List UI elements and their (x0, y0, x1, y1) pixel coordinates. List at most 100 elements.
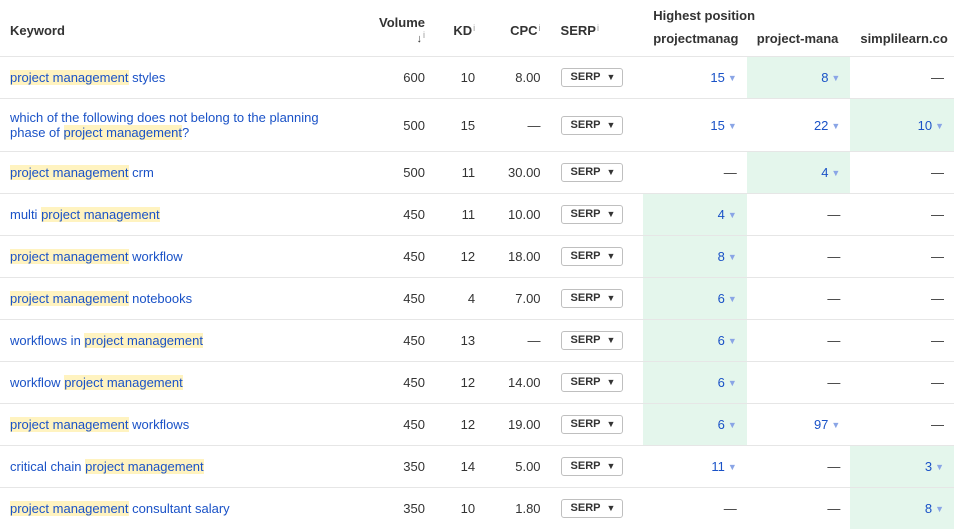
keyword-link[interactable]: project management crm (10, 165, 154, 180)
no-position-dash: — (931, 333, 944, 348)
serp-button[interactable]: SERP▼ (561, 68, 624, 87)
serp-button[interactable]: SERP▼ (561, 163, 624, 182)
keyword-link[interactable]: multi project management (10, 207, 160, 222)
position-value[interactable]: 11 (711, 459, 725, 474)
keyword-cell: project management crm (0, 152, 365, 194)
position-cell[interactable]: 6▼ (643, 320, 747, 362)
position-cell[interactable]: 22▼ (747, 99, 851, 152)
position-value[interactable]: 6 (718, 417, 725, 432)
position-value[interactable]: 15 (710, 118, 724, 133)
serp-button-label: SERP (571, 503, 601, 514)
serp-button[interactable]: SERP▼ (561, 373, 624, 392)
table-row: project management consultant salary3501… (0, 488, 954, 529)
position-cell[interactable]: 4▼ (747, 152, 851, 194)
position-cell[interactable]: 4▼ (643, 194, 747, 236)
serp-button[interactable]: SERP▼ (561, 116, 624, 135)
keyword-link[interactable]: which of the following does not belong t… (10, 110, 319, 140)
position-cell[interactable]: 8▼ (747, 57, 851, 99)
serp-button[interactable]: SERP▼ (561, 289, 624, 308)
info-icon[interactable]: i (473, 23, 475, 33)
serp-cell: SERP▼ (551, 57, 644, 99)
position-value[interactable]: 8 (925, 501, 932, 516)
position-value[interactable]: 6 (718, 375, 725, 390)
serp-cell: SERP▼ (551, 99, 644, 152)
col-header-cpc[interactable]: CPCi (485, 0, 550, 57)
serp-cell: SERP▼ (551, 278, 644, 320)
col-header-keyword[interactable]: Keyword (0, 0, 365, 57)
position-value[interactable]: 8 (821, 70, 828, 85)
serp-button[interactable]: SERP▼ (561, 205, 624, 224)
keyword-link[interactable]: critical chain project management (10, 459, 204, 474)
serp-button[interactable]: SERP▼ (561, 247, 624, 266)
serp-button[interactable]: SERP▼ (561, 331, 624, 350)
serp-button[interactable]: SERP▼ (561, 499, 624, 518)
kd-cell: 4 (435, 278, 485, 320)
serp-button[interactable]: SERP▼ (561, 457, 624, 476)
no-position-dash: — (931, 165, 944, 180)
keyword-cell: project management workflow (0, 236, 365, 278)
keyword-cell: project management workflows (0, 404, 365, 446)
col-header-kd[interactable]: KDi (435, 0, 485, 57)
position-value[interactable]: 6 (718, 291, 725, 306)
serp-button[interactable]: SERP▼ (561, 415, 624, 434)
position-cell: — (850, 404, 954, 446)
kd-cell: 12 (435, 404, 485, 446)
col-header-volume[interactable]: Volume↓i (365, 0, 435, 57)
position-cell[interactable]: 10▼ (850, 99, 954, 152)
keyword-cell: project management consultant salary (0, 488, 365, 529)
position-cell: — (850, 362, 954, 404)
volume-cell: 450 (365, 362, 435, 404)
position-cell[interactable]: 6▼ (643, 404, 747, 446)
position-value[interactable]: 4 (718, 207, 725, 222)
position-cell[interactable]: 3▼ (850, 446, 954, 488)
info-icon[interactable]: i (539, 23, 541, 33)
keyword-link[interactable]: workflows in project management (10, 333, 203, 348)
position-value[interactable]: 6 (718, 333, 725, 348)
col-header-serp-label: SERP (561, 23, 596, 38)
position-cell: — (850, 57, 954, 99)
chevron-down-icon: ▼ (831, 121, 840, 131)
position-value[interactable]: 15 (710, 70, 724, 85)
table-row: workflow project management4501214.00SER… (0, 362, 954, 404)
position-value[interactable]: 97 (814, 417, 828, 432)
chevron-down-icon: ▼ (607, 462, 616, 471)
keyword-link[interactable]: project management workflows (10, 417, 189, 432)
keyword-link[interactable]: project management workflow (10, 249, 183, 264)
table-row: which of the following does not belong t… (0, 99, 954, 152)
keyword-link[interactable]: workflow project management (10, 375, 183, 390)
position-value[interactable]: 3 (925, 459, 932, 474)
position-cell: — (747, 320, 851, 362)
position-cell: — (850, 236, 954, 278)
keyword-link[interactable]: project management consultant salary (10, 501, 230, 516)
position-cell[interactable]: 11▼ (643, 446, 747, 488)
col-header-serp[interactable]: SERPi (551, 0, 644, 57)
info-icon[interactable]: i (597, 23, 599, 33)
position-cell[interactable]: 15▼ (643, 57, 747, 99)
position-cell: — (850, 320, 954, 362)
col-subhead-domain-1[interactable]: project-mana (747, 27, 851, 57)
position-cell[interactable]: 6▼ (643, 362, 747, 404)
col-header-cpc-label: CPC (510, 23, 537, 38)
position-cell[interactable]: 8▼ (643, 236, 747, 278)
position-value[interactable]: 22 (814, 118, 828, 133)
position-value[interactable]: 10 (918, 118, 932, 133)
info-icon[interactable]: i (423, 30, 425, 40)
position-value[interactable]: 8 (718, 249, 725, 264)
col-subhead-domain-0[interactable]: projectmanag (643, 27, 747, 57)
position-value[interactable]: 4 (821, 165, 828, 180)
volume-cell: 450 (365, 278, 435, 320)
table-row: critical chain project management350145.… (0, 446, 954, 488)
keyword-link[interactable]: project management styles (10, 70, 165, 85)
keyword-link[interactable]: project management notebooks (10, 291, 192, 306)
position-cell: — (643, 488, 747, 529)
chevron-down-icon: ▼ (935, 462, 944, 472)
position-cell[interactable]: 15▼ (643, 99, 747, 152)
col-subhead-domain-2[interactable]: simplilearn.co (850, 27, 954, 57)
serp-button-label: SERP (571, 419, 601, 430)
position-cell[interactable]: 8▼ (850, 488, 954, 529)
keywords-table: Keyword Volume↓i KDi CPCi SERPi Highest … (0, 0, 954, 529)
position-cell: — (747, 236, 851, 278)
position-cell[interactable]: 6▼ (643, 278, 747, 320)
position-cell[interactable]: 97▼ (747, 404, 851, 446)
chevron-down-icon: ▼ (831, 168, 840, 178)
